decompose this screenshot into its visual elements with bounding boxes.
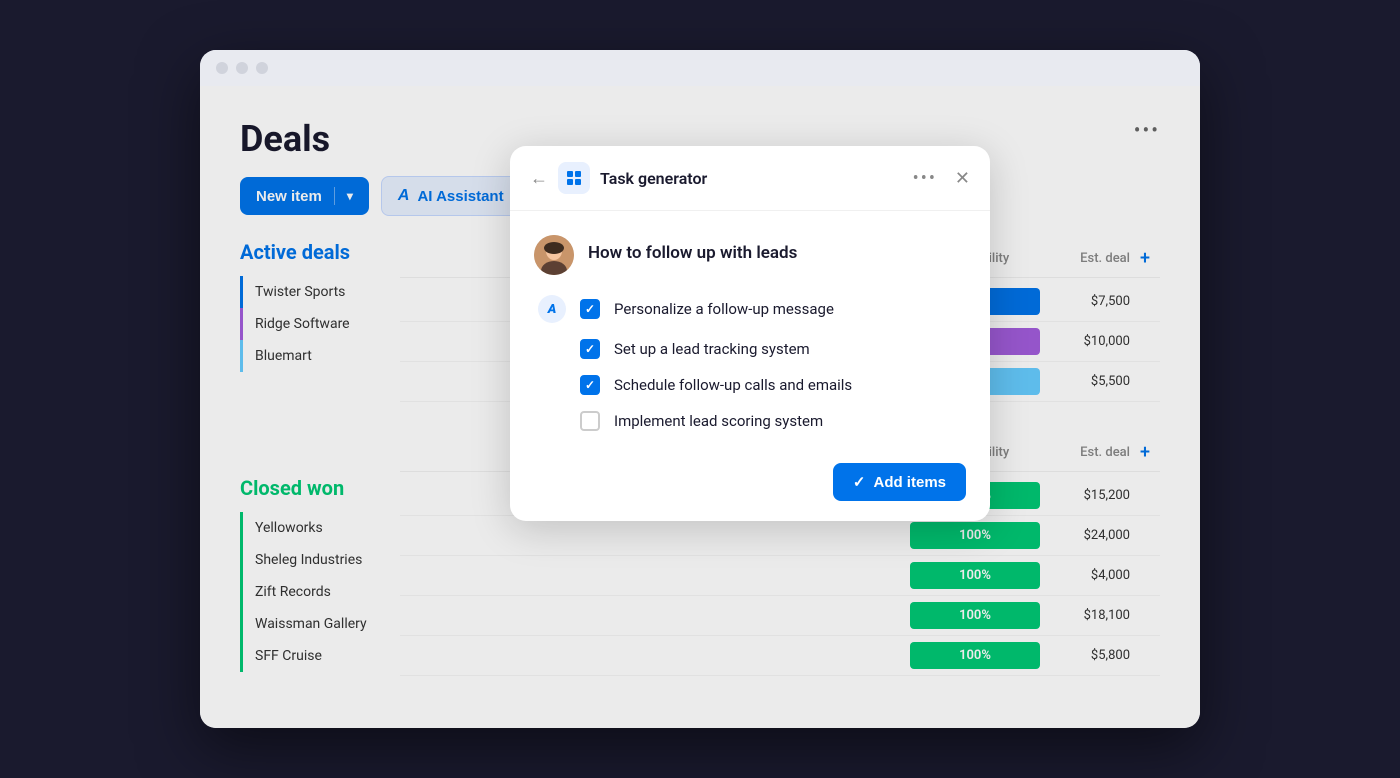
ai-logo-small: A <box>548 302 557 317</box>
task-label-3: Schedule follow-up calls and emails <box>614 376 852 394</box>
grid-icon <box>565 169 583 187</box>
modal-more-icon[interactable]: ••• <box>913 168 937 189</box>
task-row-3: ✓ Schedule follow-up calls and emails <box>538 375 966 395</box>
app-content: Deals New item ▾ A AI Assistant ••• <box>200 86 1200 728</box>
task-row-2: ✓ Set up a lead tracking system <box>538 339 966 359</box>
modal-header: ← Task generator ••• ✕ <box>510 146 990 211</box>
add-items-label: Add items <box>873 474 946 491</box>
task-label-4: Implement lead scoring system <box>614 412 823 430</box>
browser-dot-1 <box>216 62 228 74</box>
browser-dot-2 <box>236 62 248 74</box>
task-label-1: Personalize a follow-up message <box>614 300 834 318</box>
modal-close-button[interactable]: ✕ <box>955 168 970 189</box>
user-avatar <box>534 235 574 275</box>
ai-icon-task1: A <box>538 295 566 323</box>
modal-question-text: How to follow up with leads <box>588 235 797 263</box>
task-list: A ✓ Personalize a follow-up message ✓ <box>534 295 966 431</box>
browser-titlebar <box>200 50 1200 86</box>
checkbox-task1[interactable]: ✓ <box>580 299 600 319</box>
browser-window: Deals New item ▾ A AI Assistant ••• <box>200 50 1200 728</box>
task-label-2: Set up a lead tracking system <box>614 340 810 358</box>
checkbox-task3[interactable]: ✓ <box>580 375 600 395</box>
checkbox-task4[interactable] <box>580 411 600 431</box>
checkmark-task2: ✓ <box>585 342 595 356</box>
modal-question-row: How to follow up with leads <box>534 235 966 275</box>
task-row-4: Implement lead scoring system <box>538 411 966 431</box>
check-icon: ✓ <box>853 473 866 491</box>
modal-footer: ✓ Add items <box>510 451 990 521</box>
task-row-1: A ✓ Personalize a follow-up message <box>538 295 966 323</box>
checkbox-task2[interactable]: ✓ <box>580 339 600 359</box>
modal-back-button[interactable]: ← <box>530 168 548 189</box>
modal-body: How to follow up with leads A ✓ Personal… <box>510 211 990 451</box>
task-modal: ← Task generator ••• ✕ <box>510 146 990 521</box>
checkmark-task1: ✓ <box>585 302 595 316</box>
modal-title: Task generator <box>600 169 903 188</box>
modal-overlay: ← Task generator ••• ✕ <box>200 86 1200 728</box>
avatar-image <box>534 235 574 275</box>
modal-icon <box>558 162 590 194</box>
checkmark-task3: ✓ <box>585 378 595 392</box>
add-items-button[interactable]: ✓ Add items <box>833 463 966 501</box>
browser-dot-3 <box>256 62 268 74</box>
